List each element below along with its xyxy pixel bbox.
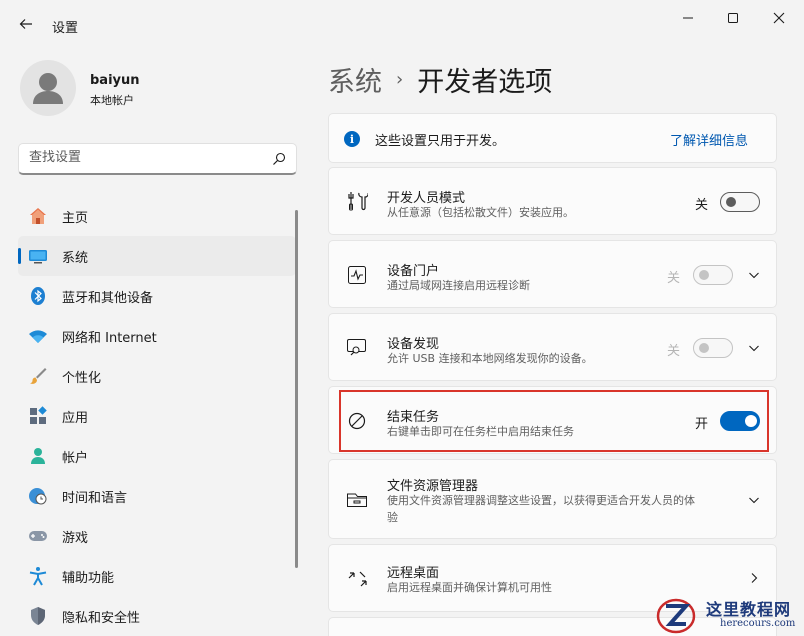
breadcrumb: 系统 › 开发者选项 (328, 60, 552, 99)
title-bar: 设置 (0, 0, 804, 50)
setting-device-portal[interactable]: 设备门户 通过局域网连接启用远程诊断 关 (328, 240, 777, 308)
sidebar-item-accounts[interactable]: 帐户 (18, 436, 296, 476)
page-title: 开发者选项 (417, 67, 553, 98)
back-button[interactable] (14, 12, 38, 36)
back-arrow-icon (19, 19, 32, 29)
sidebar-item-label: 主页 (62, 210, 89, 226)
sidebar-item-label: 帐户 (62, 450, 89, 466)
toggle-state-label: 关 (667, 271, 681, 286)
maximize-button[interactable] (718, 6, 748, 30)
sidebar-item-personalization[interactable]: 个性化 (18, 356, 296, 396)
breadcrumb-parent[interactable]: 系统 (328, 60, 382, 99)
watermark-logo-icon (656, 598, 696, 634)
setting-description: 允许 USB 连接和本地网络发现你的设备。 (387, 352, 593, 365)
search-box[interactable] (18, 143, 297, 175)
home-icon (28, 206, 48, 226)
toggle-state-label: 关 (695, 198, 709, 213)
breadcrumb-separator: › (396, 69, 404, 90)
minimize-icon (683, 17, 693, 19)
setting-description: 使用文件资源管理器调整这些设置，以获得更适合开发人员的体 (387, 494, 695, 507)
maximize-icon (728, 13, 738, 23)
watermark-url: herecours.com (720, 618, 796, 629)
learn-more-link[interactable]: 了解详细信息 (670, 130, 748, 149)
watermark: 这里教程网 herecours.com (656, 594, 804, 636)
clock-globe-icon (28, 486, 48, 506)
folder-icon (345, 488, 369, 512)
device-discovery-toggle (693, 338, 733, 358)
close-button[interactable] (764, 6, 794, 30)
wifi-icon (28, 326, 48, 346)
sidebar-item-label: 个性化 (62, 370, 102, 386)
system-icon (28, 246, 48, 266)
info-banner: i 这些设置只用于开发。 了解详细信息 (328, 113, 777, 163)
activity-monitor-icon (345, 263, 369, 287)
info-icon: i (344, 131, 360, 147)
chevron-right-icon[interactable] (746, 570, 762, 586)
device-portal-toggle (693, 265, 733, 285)
setting-description-continued: 验 (387, 511, 398, 524)
brush-icon (28, 366, 48, 386)
avatar[interactable] (20, 60, 76, 116)
sidebar-item-network[interactable]: 网络和 Internet (18, 316, 296, 356)
sidebar-item-bluetooth[interactable]: 蓝牙和其他设备 (18, 276, 296, 316)
sidebar-item-label: 辅助功能 (62, 570, 115, 586)
sidebar-item-label: 蓝牙和其他设备 (62, 290, 154, 306)
sidebar-item-label: 网络和 Internet (62, 330, 157, 346)
accessibility-icon (28, 566, 48, 586)
highlight-box (339, 390, 769, 452)
sidebar-item-time-language[interactable]: 时间和语言 (18, 476, 296, 516)
setting-description: 通过局域网连接启用远程诊断 (387, 279, 530, 292)
watermark-title: 这里教程网 (706, 600, 792, 619)
info-text: 这些设置只用于开发。 (375, 134, 506, 149)
toggle-state-label: 关 (667, 344, 681, 359)
setting-description: 启用远程桌面并确保计算机可用性 (387, 581, 552, 594)
bluetooth-icon (28, 286, 48, 306)
sidebar-item-label: 时间和语言 (62, 490, 128, 506)
shield-icon (28, 606, 48, 626)
app-title: 设置 (52, 21, 79, 36)
setting-file-explorer[interactable]: 文件资源管理器 使用文件资源管理器调整这些设置，以获得更适合开发人员的体 验 (328, 459, 777, 539)
account-icon (28, 446, 48, 466)
sidebar-item-label: 游戏 (62, 530, 89, 546)
sidebar-item-gaming[interactable]: 游戏 (18, 516, 296, 556)
sidebar-item-accessibility[interactable]: 辅助功能 (18, 556, 296, 596)
sidebar-item-label: 应用 (62, 410, 89, 426)
user-silhouette-icon (33, 73, 63, 104)
developer-mode-toggle[interactable] (720, 192, 760, 212)
sidebar-item-label: 隐私和安全性 (62, 610, 141, 626)
sidebar-scrollbar[interactable] (295, 210, 298, 568)
device-search-icon (345, 336, 369, 360)
account-type: 本地帐户 (90, 94, 134, 107)
setting-developer-mode: 开发人员模式 从任意源（包括松散文件）安装应用。 关 (328, 167, 777, 235)
tools-icon (345, 189, 369, 213)
sidebar-item-system[interactable]: 系统 (18, 236, 296, 276)
setting-device-discovery[interactable]: 设备发现 允许 USB 连接和本地网络发现你的设备。 关 (328, 313, 777, 381)
setting-description: 从任意源（包括松散文件）安装应用。 (387, 206, 574, 219)
search-icon (273, 152, 286, 165)
user-name: baiyun (90, 73, 140, 88)
chevron-down-icon[interactable] (746, 492, 762, 508)
sidebar-item-apps[interactable]: 应用 (18, 396, 296, 436)
gamepad-icon (28, 526, 48, 546)
search-input[interactable] (29, 150, 259, 165)
chevron-down-icon[interactable] (746, 340, 762, 356)
minimize-button[interactable] (673, 6, 703, 30)
sidebar-nav: 主页 系统 蓝牙和其他设备 网络和 Internet 个性化 应用 帐户 时间和… (18, 196, 296, 636)
sidebar-item-label: 系统 (62, 250, 89, 266)
apps-icon (28, 406, 48, 426)
sidebar-item-privacy[interactable]: 隐私和安全性 (18, 596, 296, 636)
close-icon (773, 12, 785, 24)
remote-desktop-icon (345, 567, 369, 591)
sidebar-item-home[interactable]: 主页 (18, 196, 296, 236)
chevron-down-icon[interactable] (746, 267, 762, 283)
